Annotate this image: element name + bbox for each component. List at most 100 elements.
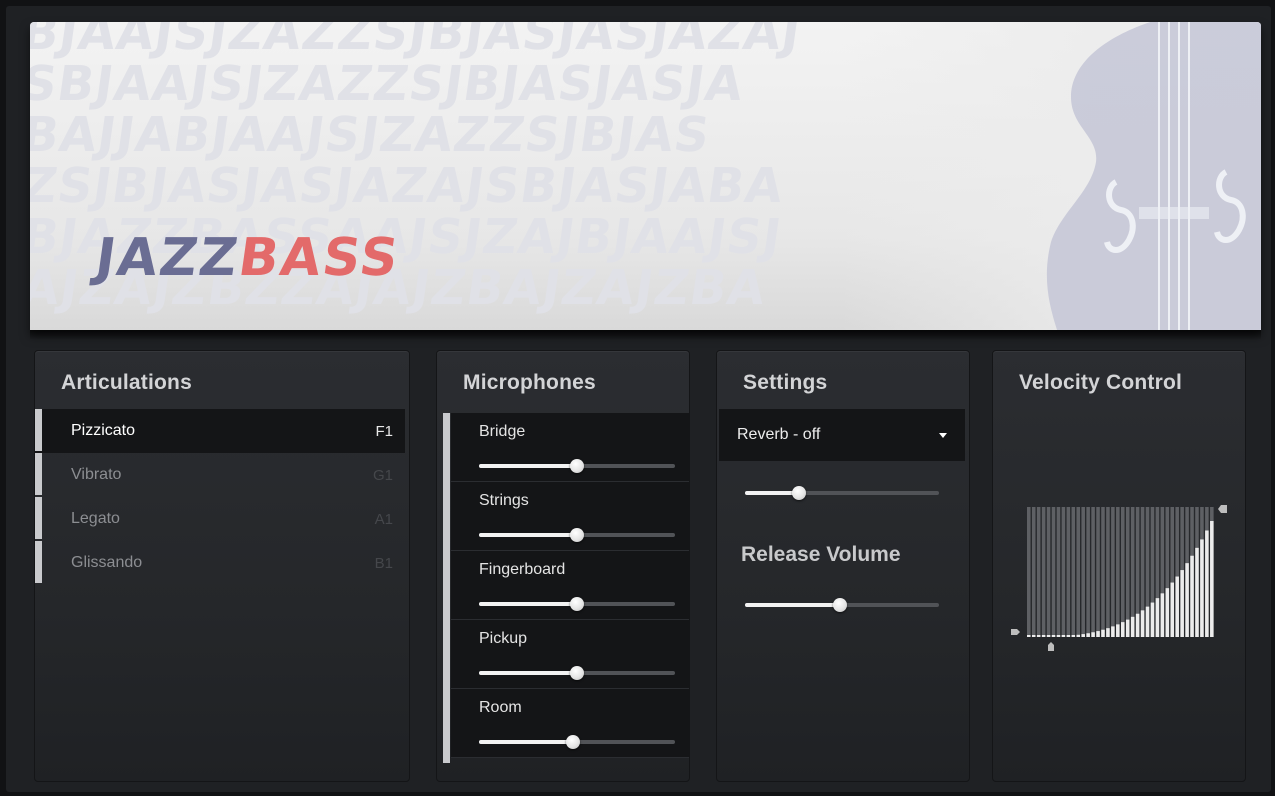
settings-panel: Settings Reverb - off Release Volume <box>716 350 970 782</box>
mic-label: Strings <box>479 492 529 509</box>
velocity-grid-column <box>1041 507 1046 637</box>
settings-title: Settings <box>743 371 828 394</box>
jazzbass-logo: JAZZBASS <box>92 228 404 288</box>
mic-channel-pickup: Pickup <box>451 620 689 689</box>
articulation-keyswitch: F1 <box>375 422 393 440</box>
velocity-bar <box>1027 635 1031 637</box>
velocity-grid-column <box>1066 507 1071 637</box>
velocity-panel: Velocity Control <box>992 350 1246 782</box>
velocity-bar <box>1076 634 1081 637</box>
mic-room-slider[interactable] <box>479 734 675 750</box>
mic-fingerboard-slider[interactable] <box>479 596 675 612</box>
caret-down-icon <box>939 432 947 438</box>
velocity-grid-column <box>1046 507 1051 637</box>
release-volume-slider[interactable] <box>745 597 939 613</box>
velocity-bar <box>1106 628 1110 637</box>
articulation-keyswitch: A1 <box>374 510 393 528</box>
double-bass-icon <box>1046 22 1261 330</box>
articulation-item-legato[interactable]: Legato A1 <box>35 497 405 541</box>
articulation-item-pizzicato[interactable]: Pizzicato F1 <box>35 409 405 453</box>
articulation-name: Vibrato <box>71 466 122 483</box>
velocity-grid-column <box>1036 507 1041 637</box>
velocity-grid-column <box>1116 507 1120 637</box>
velocity-grid-column <box>1106 507 1110 637</box>
mic-channel-fingerboard: Fingerboard <box>451 551 689 620</box>
slider-fill <box>479 602 577 606</box>
velocity-bar <box>1135 613 1140 637</box>
mic-channel-room: Room <box>451 689 689 758</box>
articulation-name: Pizzicato <box>71 422 136 439</box>
header-banner: BJAAJSJZAZZSJBJASJASJAZAJ SBJAAJSJZAZZSJ… <box>30 22 1261 330</box>
slider-knob[interactable] <box>566 735 581 749</box>
velocity-grid-column <box>1121 507 1125 637</box>
velocity-bar <box>1175 576 1179 637</box>
mic-label: Room <box>479 699 522 716</box>
reverb-dropdown-value: Reverb - off <box>737 426 821 443</box>
velocity-bar <box>1056 635 1061 637</box>
velocity-bar <box>1185 563 1189 637</box>
mic-channel-bridge: Bridge <box>451 413 689 482</box>
velocity-bar <box>1155 598 1160 637</box>
velocity-grid-column <box>1096 507 1100 637</box>
mic-bridge-slider[interactable] <box>479 458 675 474</box>
velocity-grid-column <box>1076 507 1081 637</box>
velocity-bar <box>1145 606 1150 637</box>
slider-knob[interactable] <box>570 597 584 611</box>
velocity-grid-column <box>1027 507 1031 637</box>
articulation-item-vibrato[interactable]: Vibrato G1 <box>35 453 405 497</box>
curve-shape-handle-icon <box>1048 642 1054 651</box>
velocity-grid-column <box>1061 507 1066 637</box>
slider-knob[interactable] <box>833 598 848 612</box>
slider-fill <box>479 671 577 675</box>
velocity-grid-column <box>1051 507 1056 637</box>
velocity-bar <box>1160 593 1165 637</box>
velocity-bar <box>1036 635 1041 637</box>
velocity-bar <box>1061 635 1066 637</box>
slider-knob[interactable] <box>570 666 584 680</box>
mic-strings-slider[interactable] <box>479 527 675 543</box>
velocity-bar <box>1170 582 1175 637</box>
velocity-bar <box>1180 570 1184 637</box>
articulation-name: Glissando <box>71 554 143 571</box>
velocity-title: Velocity Control <box>1019 371 1183 394</box>
slider-knob[interactable] <box>570 459 584 473</box>
reverb-dropdown[interactable]: Reverb - off <box>719 409 965 461</box>
microphones-title: Microphones <box>463 371 596 394</box>
velocity-grid-column <box>1086 507 1090 637</box>
velocity-grid-column <box>1091 507 1095 637</box>
mic-pickup-slider[interactable] <box>479 665 675 681</box>
velocity-grid-column <box>1031 507 1036 637</box>
mic-label: Bridge <box>479 423 526 440</box>
velocity-grid-column <box>1101 507 1105 637</box>
velocity-bar <box>1101 629 1105 637</box>
mic-selection-bar <box>443 413 450 763</box>
velocity-bar <box>1081 634 1085 637</box>
velocity-curve-editor[interactable] <box>1005 501 1237 661</box>
curve-start-handle-icon <box>1011 629 1020 635</box>
articulation-item-glissando[interactable]: Glissando B1 <box>35 541 405 585</box>
velocity-bar <box>1091 632 1095 637</box>
velocity-bar <box>1140 610 1145 637</box>
velocity-bar <box>1205 530 1209 637</box>
velocity-bar <box>1046 635 1051 637</box>
velocity-bar <box>1210 521 1214 637</box>
articulation-name: Legato <box>71 510 120 527</box>
velocity-bar <box>1066 635 1071 637</box>
slider-fill <box>745 491 800 495</box>
velocity-grid-column <box>1056 507 1061 637</box>
velocity-grid-column <box>1081 507 1085 637</box>
velocity-bar <box>1096 631 1100 637</box>
release-volume-title: Release Volume <box>741 543 901 566</box>
velocity-bar <box>1116 624 1120 637</box>
slider-fill <box>479 464 577 468</box>
velocity-bar <box>1031 635 1036 637</box>
velocity-bar <box>1130 616 1135 637</box>
reverb-slider[interactable] <box>745 485 939 501</box>
velocity-grid-column <box>1111 507 1115 637</box>
velocity-bar <box>1200 539 1204 637</box>
velocity-bar <box>1041 635 1046 637</box>
slider-knob[interactable] <box>570 528 584 542</box>
slider-knob[interactable] <box>792 486 807 500</box>
velocity-bar <box>1051 635 1056 637</box>
velocity-bar <box>1071 635 1076 637</box>
